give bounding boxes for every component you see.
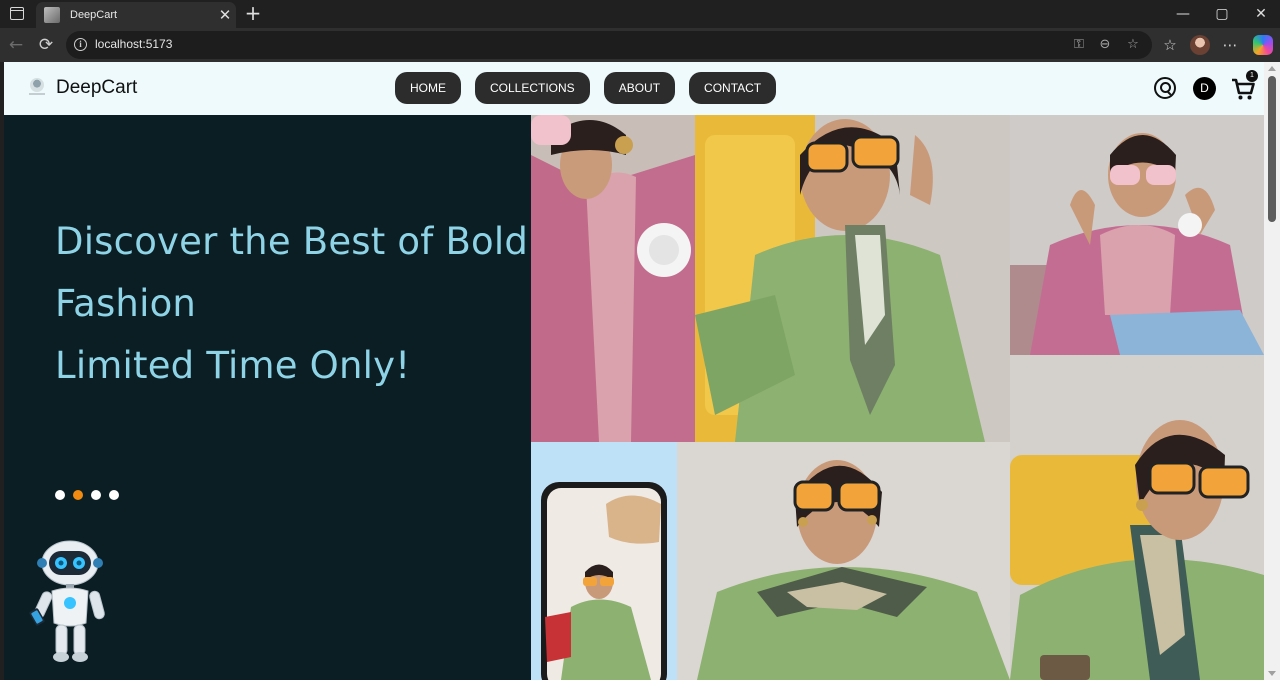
address-bar[interactable]: i localhost:5173 ⚿ ⊖ ☆ <box>66 31 1152 59</box>
browser-titlebar: DeepCart ✕ + — ▢ ✕ <box>0 0 1280 28</box>
slider-dot-2[interactable] <box>73 490 83 500</box>
new-tab-button[interactable]: + <box>242 2 264 24</box>
hero-heading-line-1: Discover the Best of Bold <box>55 220 529 263</box>
nav-home-button[interactable]: HOME <box>395 72 461 104</box>
robot-assistant-icon[interactable] <box>26 539 106 663</box>
hero-photo-pink-sunglasses <box>1010 115 1264 355</box>
hero-photo-phone-mockup <box>531 442 677 680</box>
key-icon[interactable]: ⚿ <box>1070 36 1088 54</box>
slider-dot-3[interactable] <box>91 490 101 500</box>
slider-dots <box>55 490 119 500</box>
page-scrollbar[interactable] <box>1264 62 1280 680</box>
scroll-down-arrow-icon[interactable] <box>1268 671 1276 676</box>
slider-dot-4[interactable] <box>109 490 119 500</box>
brand-name[interactable]: DeepCart <box>56 77 137 99</box>
info-icon[interactable]: i <box>74 38 87 51</box>
hero-heading-line-2: Fashion <box>55 282 197 325</box>
scroll-thumb[interactable] <box>1268 76 1276 222</box>
browser-toolbar: ← ⟳ i localhost:5173 ⚿ ⊖ ☆ ☆ ⋯ <box>0 28 1280 62</box>
hero-heading-line-3: Limited Time Only! <box>55 344 411 387</box>
browser-tab[interactable]: DeepCart ✕ <box>36 2 236 28</box>
close-window-button[interactable]: ✕ <box>1244 0 1278 28</box>
hero-photo-scarf-portrait <box>677 442 1010 680</box>
page-viewport: DeepCart HOME COLLECTIONS ABOUT CONTACT … <box>4 62 1264 680</box>
logo-icon[interactable] <box>30 78 44 92</box>
scroll-up-arrow-icon[interactable] <box>1268 66 1276 71</box>
copilot-icon[interactable] <box>1253 35 1273 55</box>
back-arrow-icon[interactable]: ← <box>4 33 28 57</box>
more-icon[interactable]: ⋯ <box>1219 34 1241 56</box>
minimize-button[interactable]: — <box>1166 0 1200 28</box>
nav-about-button[interactable]: ABOUT <box>603 72 676 104</box>
refresh-icon[interactable]: ⟳ <box>34 33 58 57</box>
slider-dot-1[interactable] <box>55 490 65 500</box>
favorites-icon[interactable]: ☆ <box>1159 34 1181 56</box>
nav-contact-button[interactable]: CONTACT <box>689 72 777 104</box>
site-header: DeepCart HOME COLLECTIONS ABOUT CONTACT … <box>4 62 1264 115</box>
maximize-button[interactable]: ▢ <box>1205 0 1239 28</box>
tab-title: DeepCart <box>70 9 118 21</box>
hero-photo-side-profile <box>1010 355 1264 680</box>
star-icon[interactable]: ☆ <box>1124 36 1142 54</box>
cart-count-badge: 1 <box>1246 70 1258 82</box>
tab-close-icon[interactable]: ✕ <box>214 6 236 24</box>
tab-favicon-icon <box>44 7 60 23</box>
zoom-out-icon[interactable]: ⊖ <box>1096 36 1114 54</box>
main-nav: HOME COLLECTIONS ABOUT CONTACT <box>395 72 777 104</box>
nav-collections-button[interactable]: COLLECTIONS <box>475 72 590 104</box>
profile-avatar[interactable] <box>1190 35 1210 55</box>
hero-photo-green-shirt <box>695 115 1010 442</box>
user-avatar[interactable]: D <box>1193 77 1216 100</box>
search-icon[interactable] <box>1154 77 1176 99</box>
url-text[interactable]: localhost:5173 <box>95 37 172 51</box>
hero-photo-pink-jacket <box>531 115 695 442</box>
logo-tagline <box>29 93 45 95</box>
window-menu-icon[interactable] <box>10 7 24 20</box>
